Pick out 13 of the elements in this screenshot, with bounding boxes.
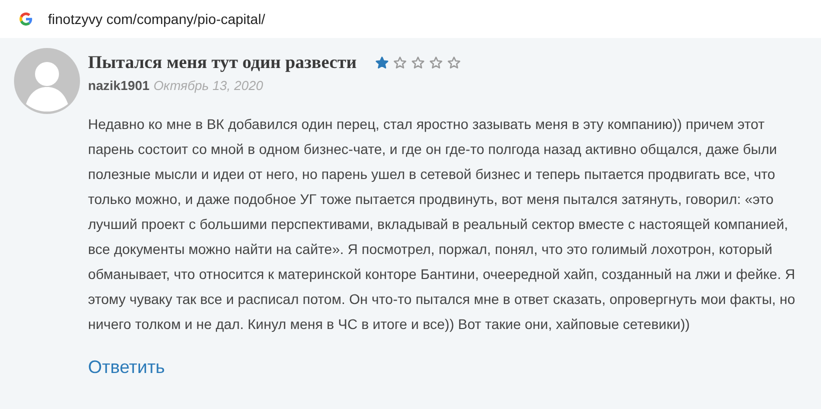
avatar-icon	[14, 48, 80, 114]
star-icon[interactable]	[410, 56, 425, 70]
star-icon[interactable]	[446, 56, 461, 70]
review-text: Недавно ко мне в ВК добавился один перец, стал яростно зазывать меня в эту компанию)) причем этот парень состоит со мной в одном бизнес-чате, и где он где-то полгода назад активно общался, даже были полезные мысли и идеи от него, но парень ушел в сетевой бизнес и теперь пытается продвигать все, что только можно, и даже подобное УГ тоже пытается продвинуть, вот меня пытался затянуть, говорил: «это лучший проект с большими перспективами, вкладывай в реальный сектор вместе с настоящей компанией, все документы можно найти на сайте». Я посмотрел, поржал, понял, что это голимый лохотрон, который обманывает, что относится к материнской конторе Бантини, очеередной хайп, созданный на лжи и фейке. Я этому чуваку так все и расписал потом. Он что-то пытался мне в ответ сказать, опровергнуть мои факты, но ничего толком и не дал. Кинул меня в ЧС в итоге и все)) Вот такие они, хайповые сетевики))	[88, 115, 796, 334]
reply-link[interactable]: Ответить	[88, 357, 165, 378]
url-text[interactable]: finotzyvy com/company/pio-capital/	[48, 11, 266, 27]
star-icon[interactable]	[374, 56, 389, 70]
review-title: Пытался меня тут один развести	[88, 52, 357, 73]
star-icon[interactable]	[392, 56, 407, 70]
review-date: Октябрь 13, 2020	[153, 78, 264, 93]
google-icon	[19, 12, 33, 26]
star-icon[interactable]	[428, 56, 443, 70]
author-name: nazik1901	[88, 78, 150, 93]
